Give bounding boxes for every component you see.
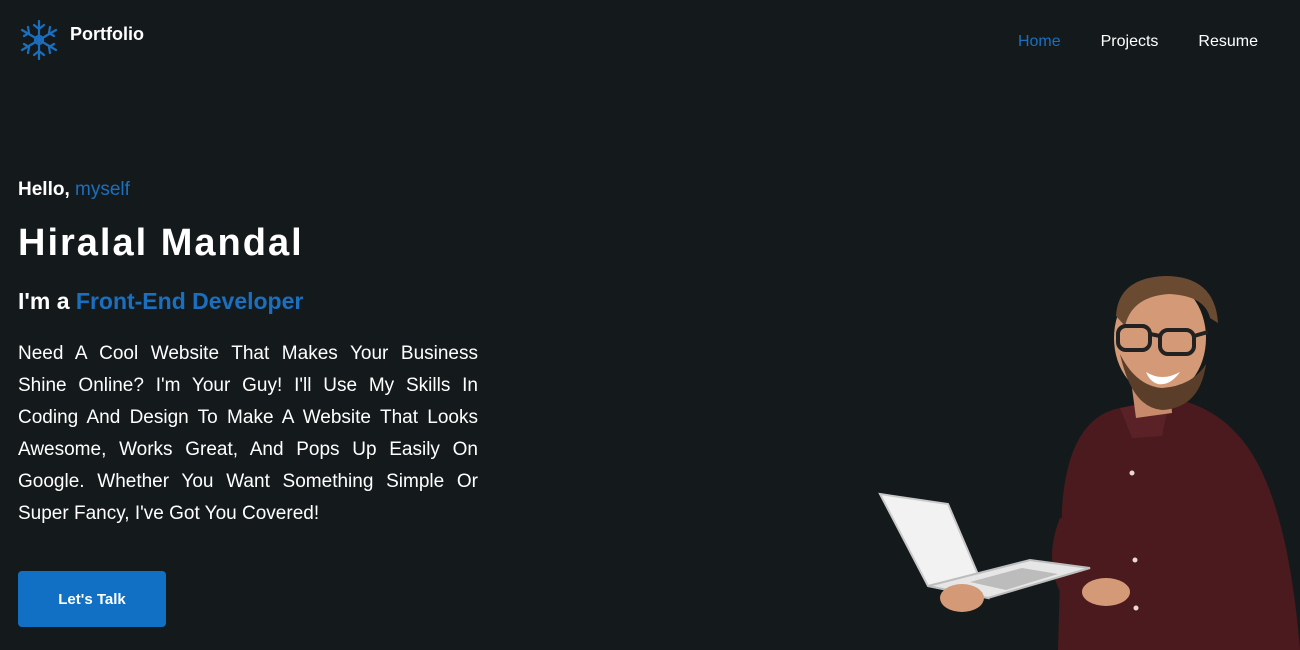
snowflake-icon (20, 19, 58, 61)
developer-portrait-image (878, 276, 1300, 650)
lets-talk-button[interactable]: Let's Talk (18, 571, 166, 627)
role-accent: Front-End Developer (75, 288, 304, 314)
hero-role: I'm a Front-End Developer (18, 286, 478, 316)
nav-home[interactable]: Home (1018, 32, 1061, 52)
nav-resume[interactable]: Resume (1198, 32, 1258, 52)
greeting: Hello, myself (18, 176, 478, 204)
greeting-accent: myself (75, 179, 130, 200)
logo-text: Portfolio (70, 24, 144, 44)
logo[interactable]: Portfolio (18, 18, 144, 62)
hero-description: Need A Cool Website That Makes Your Busi… (18, 343, 478, 524)
hero-section: Hello, myself Hiralal Mandal I'm a Front… (18, 176, 478, 530)
role-prefix: I'm a (18, 288, 70, 314)
navbar: Portfolio Home Projects Resume (0, 0, 1300, 84)
nav-links: Home Projects Resume (1018, 32, 1258, 52)
nav-projects[interactable]: Projects (1101, 32, 1159, 52)
greeting-text: Hello, (18, 179, 70, 200)
hero-name: Hiralal Mandal (18, 222, 304, 264)
